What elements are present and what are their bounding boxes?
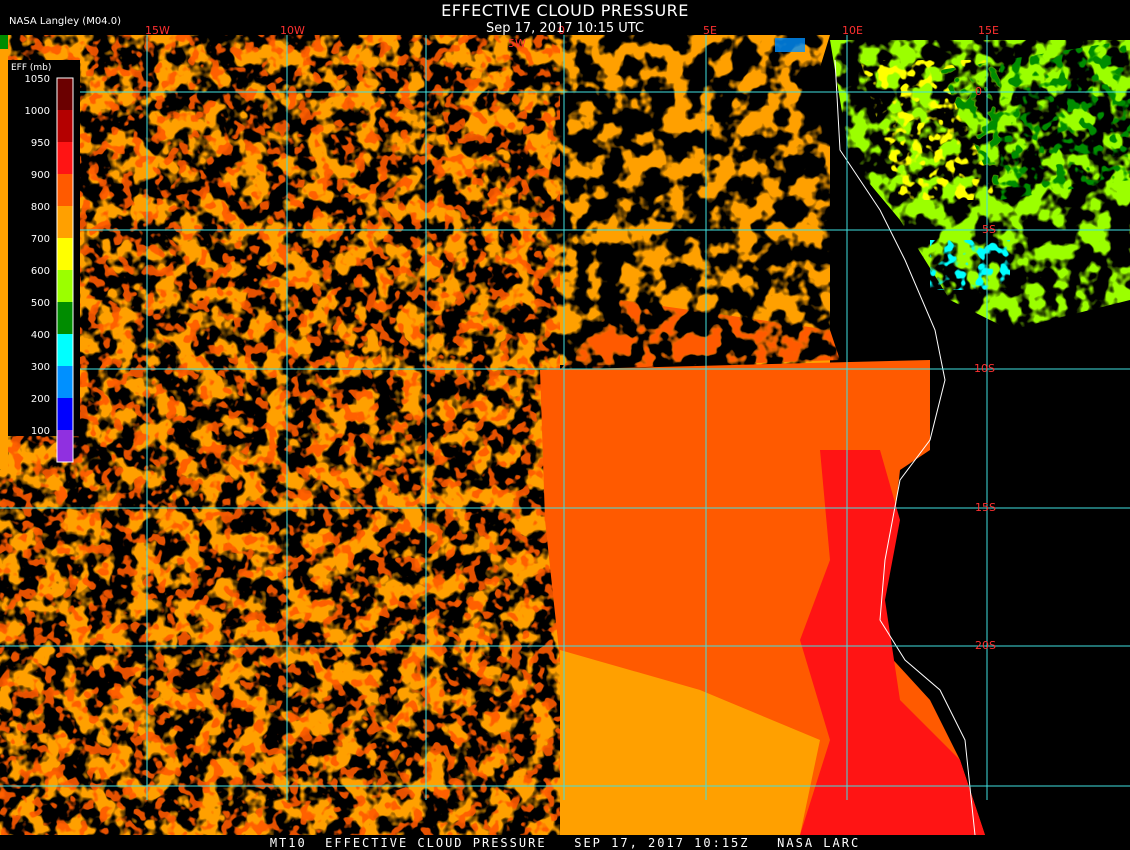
source-credit: NASA Langley (M04.0) (9, 16, 121, 27)
legend-label: 400 (31, 330, 50, 341)
legend-swatch (57, 174, 73, 206)
legend-label: 950 (31, 138, 50, 149)
legend-label: 800 (31, 202, 50, 213)
legend-swatch (57, 430, 73, 462)
legend-swatch (57, 366, 73, 398)
cloud-pressure-map: 15W 10W 5W 0 5E 10E 15E 0 5S 10S 15S 20S… (0, 24, 1130, 836)
pressure-legend: EFF (mb) 1050 1000 950 900 800 700 600 500 400 30… (8, 60, 80, 463)
left-edge-strip (0, 35, 8, 469)
legend-label: 1000 (25, 106, 50, 117)
legend-swatch (57, 270, 73, 302)
legend-swatch (57, 110, 73, 142)
legend-label: 700 (31, 234, 50, 245)
legend-label: 500 (31, 298, 50, 309)
footer-caption: MT10 EFFECTIVE CLOUD PRESSURE SEP 17, 20… (269, 836, 861, 850)
lat-label: 10S (974, 362, 995, 375)
legend-label: 200 (31, 394, 50, 405)
lon-label: 5W (508, 37, 526, 50)
legend-swatch (57, 142, 73, 174)
legend-label: 1050 (25, 74, 50, 85)
legend-swatch (57, 206, 73, 238)
satellite-image-area (0, 35, 1130, 836)
legend-swatch (57, 334, 73, 366)
legend-swatch (57, 78, 73, 110)
lat-label: 15S (975, 501, 996, 514)
legend-label: 900 (31, 170, 50, 181)
legend-label: 600 (31, 266, 50, 277)
page-title: EFFECTIVE CLOUD PRESSURE (441, 1, 689, 20)
lat-label: 5S (982, 223, 996, 236)
legend-swatch (57, 238, 73, 270)
lat-label: 20S (975, 639, 996, 652)
legend-label: 100 (31, 426, 50, 437)
lat-label: 0 (975, 85, 982, 98)
legend-title: EFF (mb) (11, 63, 51, 73)
legend-swatch (57, 398, 73, 430)
legend-label: 300 (31, 362, 50, 373)
legend-swatch (57, 302, 73, 334)
timestamp-subtitle: Sep 17, 2017 10:15 UTC (485, 21, 645, 36)
